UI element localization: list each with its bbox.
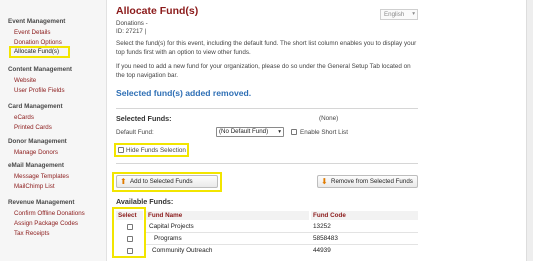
column-header-fund-code[interactable]: Fund Code [311, 211, 418, 220]
column-header-fund-name[interactable]: Fund Name [146, 211, 309, 220]
add-to-selected-funds-button[interactable]: ⬆ Add to Selected Funds [116, 175, 218, 188]
sidebar-section-donor-management: Donor Management [8, 138, 67, 145]
row-select-checkbox[interactable] [127, 236, 133, 242]
default-fund-label: Default Fund: [116, 129, 154, 136]
event-id: ID: 27217 | [116, 28, 147, 35]
divider [116, 108, 418, 109]
fund-code-cell: 44939 [313, 247, 331, 254]
fund-code-cell: 5858483 [313, 235, 338, 242]
column-header-select: Select [116, 211, 143, 220]
sidebar-item-donation-options[interactable]: Donation Options [14, 39, 62, 46]
sidebar-item-message-templates[interactable]: Message Templates [14, 173, 69, 180]
selected-funds-heading: Selected Funds: [116, 114, 172, 123]
enable-short-list-label: Enable Short List [300, 129, 348, 136]
sidebar-item-event-details[interactable]: Event Details [14, 29, 50, 36]
fund-name-cell: Programs [154, 235, 182, 242]
instructions-paragraph-2: If you need to add a new fund for your o… [116, 63, 411, 79]
arrow-up-icon: ⬆ [120, 177, 127, 186]
fund-name-cell: Capital Projects [149, 223, 194, 230]
row-divider [146, 244, 418, 245]
row-select-checkbox[interactable] [127, 224, 133, 230]
sidebar-item-assign-package-codes[interactable]: Assign Package Codes [14, 220, 78, 227]
sidebar-item-ecards[interactable]: eCards [14, 114, 34, 121]
sidebar-item-allocate-funds[interactable]: Allocate Fund(s) [14, 48, 59, 55]
row-select-checkbox[interactable] [127, 248, 133, 254]
fund-code-cell: 13252 [313, 223, 331, 230]
selected-funds-none: (None) [319, 115, 339, 122]
divider [116, 163, 418, 164]
scrollbar[interactable] [526, 0, 533, 261]
page-title: Allocate Fund(s) [116, 5, 199, 17]
default-fund-select-value: (No Default Fund) [219, 128, 269, 135]
enable-short-list-checkbox[interactable] [291, 129, 297, 135]
sidebar-item-website[interactable]: Website [14, 77, 36, 84]
sidebar: Event Management Event Details Donation … [0, 0, 107, 261]
remove-from-selected-funds-button[interactable]: ⬇ Remove from Selected Funds [317, 175, 418, 188]
chevron-down-icon: ▾ [278, 129, 281, 135]
hide-funds-label: Hide Funds Selection [126, 147, 186, 154]
sidebar-item-mailchimp-list[interactable]: MailChimp List [14, 183, 55, 190]
arrow-down-icon: ⬇ [321, 177, 328, 186]
sidebar-section-event-management: Event Management [8, 18, 66, 25]
status-message: Selected fund(s) added removed. [116, 88, 252, 98]
sidebar-section-card-management: Card Management [8, 103, 63, 110]
sidebar-item-printed-cards[interactable]: Printed Cards [14, 124, 52, 131]
main-content: Allocate Fund(s) English ▾ Donations - I… [107, 0, 526, 261]
sidebar-section-content-management: Content Management [8, 66, 73, 73]
sidebar-section-revenue-management: Revenue Management [8, 199, 75, 206]
row-divider [146, 232, 418, 233]
sidebar-item-manage-donors[interactable]: Manage Donors [14, 149, 58, 156]
event-subtitle: Donations - [116, 20, 148, 27]
hide-funds-checkbox[interactable] [118, 147, 124, 153]
language-select-value: English [384, 11, 405, 18]
available-funds-heading: Available Funds: [116, 197, 174, 206]
sidebar-item-tax-receipts[interactable]: Tax Receipts [14, 230, 49, 237]
sidebar-item-confirm-offline-donations[interactable]: Confirm Offline Donations [14, 210, 85, 217]
default-fund-select[interactable]: (No Default Fund) ▾ [216, 127, 284, 137]
sidebar-section-email-management: eMail Management [8, 162, 64, 169]
chevron-down-icon: ▾ [412, 11, 415, 17]
fund-name-cell: Community Outreach [152, 247, 213, 254]
language-select[interactable]: English ▾ [380, 9, 418, 20]
sidebar-item-user-profile-fields[interactable]: User Profile Fields [14, 87, 65, 94]
instructions-paragraph-1: Select the fund(s) for this event, inclu… [116, 40, 417, 56]
